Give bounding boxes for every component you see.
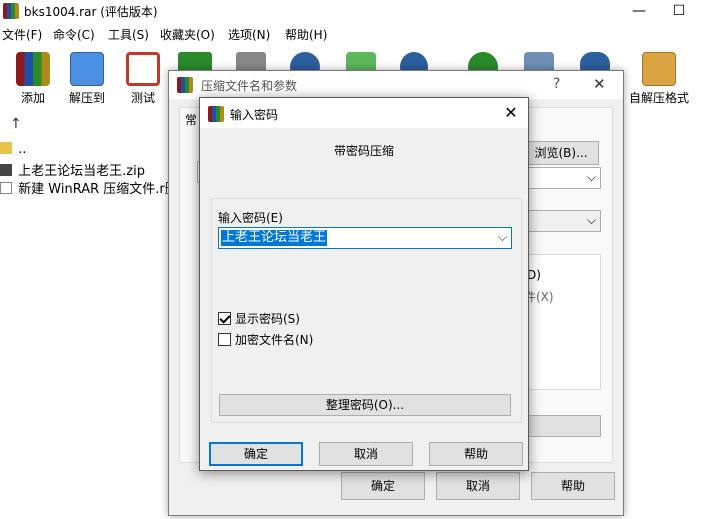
chevron-down-icon: ⌵ xyxy=(586,213,596,227)
winrar-app-icon xyxy=(177,77,193,93)
archive-params-title: 压缩文件名和参数 xyxy=(201,79,298,93)
password-value: 上老王论坛当老王 xyxy=(221,230,328,246)
toolbar-extract-label: 解压到 xyxy=(68,91,105,105)
checkbox-checked-icon xyxy=(218,312,231,325)
up-arrow-icon[interactable]: ↑ xyxy=(10,116,22,132)
menu-commands[interactable]: 命令(C) xyxy=(53,26,95,43)
show-password-label: 显示密码(S) xyxy=(235,312,300,326)
toolbar-sfx-label: 自解压格式 xyxy=(628,91,689,105)
toolbar-test-button[interactable]: 测试 xyxy=(118,46,168,108)
dialog-heading: 带密码压缩 xyxy=(333,144,394,158)
file-row-zip[interactable]: 上老王论坛当老王.zip xyxy=(0,160,145,179)
options-panel: D) 件(X) xyxy=(523,254,601,390)
enter-password-title: 输入密码 xyxy=(230,108,279,122)
menu-favorites[interactable]: 收藏夹(O) xyxy=(160,26,215,43)
menu-file[interactable]: 文件(F) xyxy=(2,26,42,43)
menu-options[interactable]: 选项(N) xyxy=(228,26,270,43)
test-clipboard-icon xyxy=(126,52,160,86)
add-archive-icon xyxy=(16,52,50,86)
folder-extract-icon xyxy=(70,52,104,86)
winrar-app-icon xyxy=(208,106,224,122)
password-ok-button[interactable]: 确定 xyxy=(209,442,303,466)
archive-help-button[interactable]: 帮助 xyxy=(531,472,615,500)
toolbar-extract-button[interactable]: 解压到 xyxy=(62,46,112,108)
file-name: 上老王论坛当老王.zip xyxy=(18,164,145,179)
doc-file-icon xyxy=(0,182,12,194)
menu-help[interactable]: 帮助(H) xyxy=(285,26,327,43)
enter-password-dialog: 输入密码 ✕ 带密码压缩 输入密码(E) 上老王论坛当老王 ⌵ 显示密码(S) … xyxy=(199,97,529,471)
password-help-button[interactable]: 帮助 xyxy=(429,442,523,466)
file-row-doc[interactable]: 新建 WinRAR 压缩文件.r删除 xyxy=(0,178,191,197)
password-cancel-button[interactable]: 取消 xyxy=(319,442,413,466)
main-title-bar: bks1004.rar (评估版本) — ☐ xyxy=(0,0,714,22)
encrypt-filenames-checkbox[interactable]: 加密文件名(N) xyxy=(218,331,313,348)
encrypt-filenames-label: 加密文件名(N) xyxy=(235,333,314,347)
zip-file-icon xyxy=(0,164,12,176)
minimize-button[interactable]: — xyxy=(624,0,654,22)
format-combo[interactable]: ⌵ xyxy=(523,210,601,232)
window-title: bks1004.rar (评估版本) xyxy=(24,5,158,19)
menu-bar: 文件(F) 命令(C) 工具(S) 收藏夹(O) 选项(N) 帮助(H) xyxy=(0,24,714,44)
file-row-parent[interactable]: .. xyxy=(0,142,26,160)
archive-cancel-button[interactable]: 取消 xyxy=(436,472,520,500)
chevron-down-icon: ⌵ xyxy=(586,170,596,184)
organize-passwords-button[interactable]: 整理密码(O)... xyxy=(219,394,511,416)
option-d-label[interactable]: D) xyxy=(527,268,541,282)
enter-password-close-button[interactable]: ✕ xyxy=(498,101,524,125)
sfx-box-icon xyxy=(642,52,676,86)
archive-params-title-bar: 压缩文件名和参数 ? ✕ xyxy=(169,71,623,99)
checkbox-unchecked-icon xyxy=(218,333,231,346)
file-name: 新建 WinRAR 压缩文件.r删除 xyxy=(18,182,191,197)
winrar-app-icon xyxy=(3,3,19,19)
help-question-button[interactable]: ? xyxy=(553,76,560,92)
show-password-checkbox[interactable]: 显示密码(S) xyxy=(218,310,300,327)
folder-icon xyxy=(0,142,12,154)
maximize-button[interactable]: ☐ xyxy=(664,0,694,22)
archive-ok-button[interactable]: 确定 xyxy=(341,472,425,500)
archive-name-combo[interactable]: ⌵ xyxy=(523,167,601,189)
set-password-button[interactable] xyxy=(523,415,601,437)
toolbar-sfx-button[interactable]: 自解压格式 xyxy=(628,46,690,108)
menu-tools[interactable]: 工具(S) xyxy=(108,26,149,43)
file-name: .. xyxy=(18,142,27,157)
archive-params-close-button[interactable]: ✕ xyxy=(593,75,606,93)
password-input[interactable]: 上老王论坛当老王 ⌵ xyxy=(218,227,512,249)
chevron-down-icon: ⌵ xyxy=(497,230,507,244)
toolbar-add-label: 添加 xyxy=(20,91,45,105)
password-label: 输入密码(E) xyxy=(218,211,283,225)
toolbar-test-label: 测试 xyxy=(130,91,155,105)
tab-general[interactable]: 常 xyxy=(185,111,197,128)
enter-password-title-bar: 输入密码 ✕ xyxy=(200,98,528,128)
toolbar-add-button[interactable]: 添加 xyxy=(8,46,58,108)
browse-button[interactable]: 浏览(B)... xyxy=(523,141,599,165)
